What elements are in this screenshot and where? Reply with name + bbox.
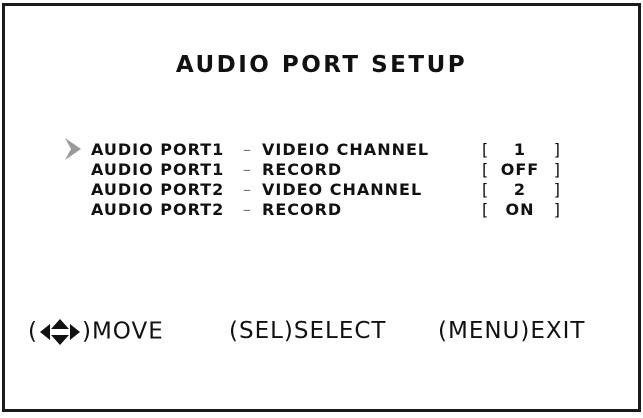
value-text: 2 [513,180,527,199]
bracket-open: [ [482,200,489,219]
direction-arrows-icon [38,318,82,346]
hint-move-open: ( [28,318,38,345]
menu-row-port1-channel[interactable]: AUDIO PORT1 – VIDEIO CHANNEL [ 1 ] [0,137,643,161]
key-hint-bar: ( )MOVE (SEL)SELECT (MENU)EXIT [0,318,643,348]
separator: – [243,180,251,199]
bracket-open: [ [482,140,489,159]
selection-cursor-icon [63,137,83,161]
hint-move: ( )MOVE [28,318,164,346]
port-label: AUDIO PORT1 [91,160,225,179]
port-label: AUDIO PORT2 [91,200,225,219]
bracket-open: [ [482,160,489,179]
hint-select: (SEL)SELECT [229,318,387,344]
value-text: 1 [513,140,527,159]
menu-row-port1-record[interactable]: AUDIO PORT1 – RECORD [ OFF ] [0,160,643,180]
param-label: RECORD [262,200,343,219]
separator: – [243,160,251,179]
menu-row-port2-record[interactable]: AUDIO PORT2 – RECORD [ ON ] [0,200,643,220]
param-label: RECORD [262,160,343,179]
port-label: AUDIO PORT1 [91,140,225,159]
bracket-close: ] [553,160,560,179]
param-label: VIDEIO CHANNEL [262,140,430,159]
bracket-close: ] [553,180,560,199]
port-label: AUDIO PORT2 [91,180,225,199]
value-text: OFF [500,160,540,179]
menu-row-port2-channel[interactable]: AUDIO PORT2 – VIDEO CHANNEL [ 2 ] [0,180,643,200]
separator: – [243,140,251,159]
hint-exit: (MENU)EXIT [438,318,586,344]
bracket-close: ] [553,200,560,219]
param-label: VIDEO CHANNEL [262,180,423,199]
settings-menu: AUDIO PORT1 – VIDEIO CHANNEL [ 1 ] AUDIO… [0,0,643,418]
bracket-open: [ [482,180,489,199]
hint-move-label: )MOVE [81,318,164,345]
separator: – [243,200,251,219]
value-text: ON [505,200,535,219]
bracket-close: ] [553,140,560,159]
